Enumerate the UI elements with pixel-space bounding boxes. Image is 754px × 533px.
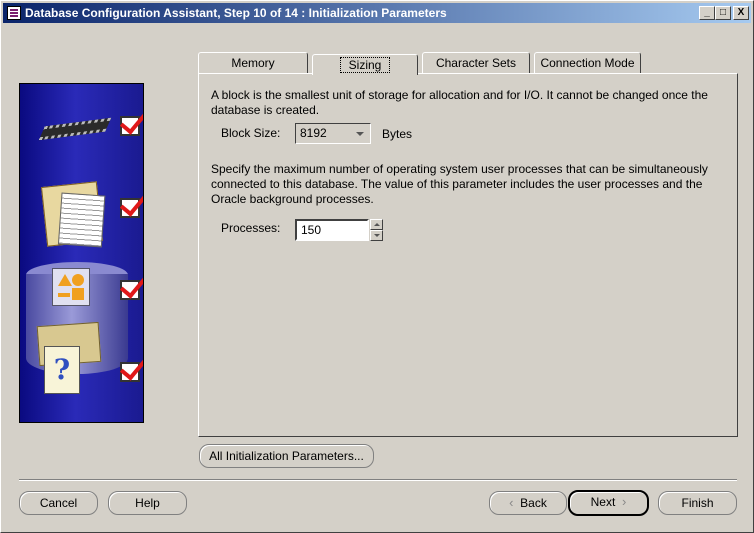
help-button[interactable]: Help: [108, 491, 187, 515]
chip-icon: [38, 117, 112, 141]
tab-sizing[interactable]: Sizing: [312, 54, 418, 75]
maximize-button[interactable]: □: [715, 6, 731, 20]
documents-icon: [41, 181, 103, 247]
processes-description: Specify the maximum number of operating …: [211, 162, 708, 206]
separator: [19, 479, 737, 481]
checkmark-icon: [120, 280, 140, 300]
tab-character-sets[interactable]: Character Sets: [422, 52, 530, 73]
next-button[interactable]: Next ›: [568, 490, 649, 516]
shapes-icon: [52, 268, 90, 306]
back-button[interactable]: ‹ Back: [489, 491, 567, 515]
checkmark-icon: [120, 362, 140, 382]
wizard-graphic: ?: [19, 83, 144, 423]
finish-button[interactable]: Finish: [658, 491, 737, 515]
processes-label: Processes:: [221, 221, 281, 235]
chevron-right-icon: ›: [622, 494, 627, 509]
title-bar[interactable]: Database Configuration Assistant, Step 1…: [3, 3, 751, 23]
processes-input[interactable]: 150: [295, 219, 369, 241]
chevron-down-icon: [356, 132, 364, 136]
checkmark-icon: [120, 198, 140, 218]
cancel-button[interactable]: Cancel: [19, 491, 98, 515]
dbca-window: Database Configuration Assistant, Step 1…: [0, 0, 754, 533]
block-size-description: A block is the smallest unit of storage …: [211, 88, 708, 117]
tab-memory[interactable]: Memory: [198, 52, 308, 73]
help-document-icon: ?: [44, 346, 80, 394]
minimize-button[interactable]: _: [699, 6, 715, 20]
processes-spin-up[interactable]: [370, 219, 383, 230]
chevron-left-icon: ‹: [509, 495, 514, 510]
block-size-label: Block Size:: [221, 126, 281, 140]
tab-connection-mode[interactable]: Connection Mode: [534, 52, 641, 73]
all-initialization-parameters-button[interactable]: All Initialization Parameters...: [199, 444, 374, 468]
block-size-unit: Bytes: [382, 127, 413, 141]
window-title: Database Configuration Assistant, Step 1…: [25, 6, 447, 20]
app-icon: [7, 6, 21, 20]
block-size-value: 8192: [300, 126, 327, 140]
processes-spin-down[interactable]: [370, 230, 383, 241]
block-size-select[interactable]: 8192: [295, 123, 371, 144]
close-button[interactable]: X: [733, 6, 749, 20]
checkmark-icon: [120, 116, 140, 136]
